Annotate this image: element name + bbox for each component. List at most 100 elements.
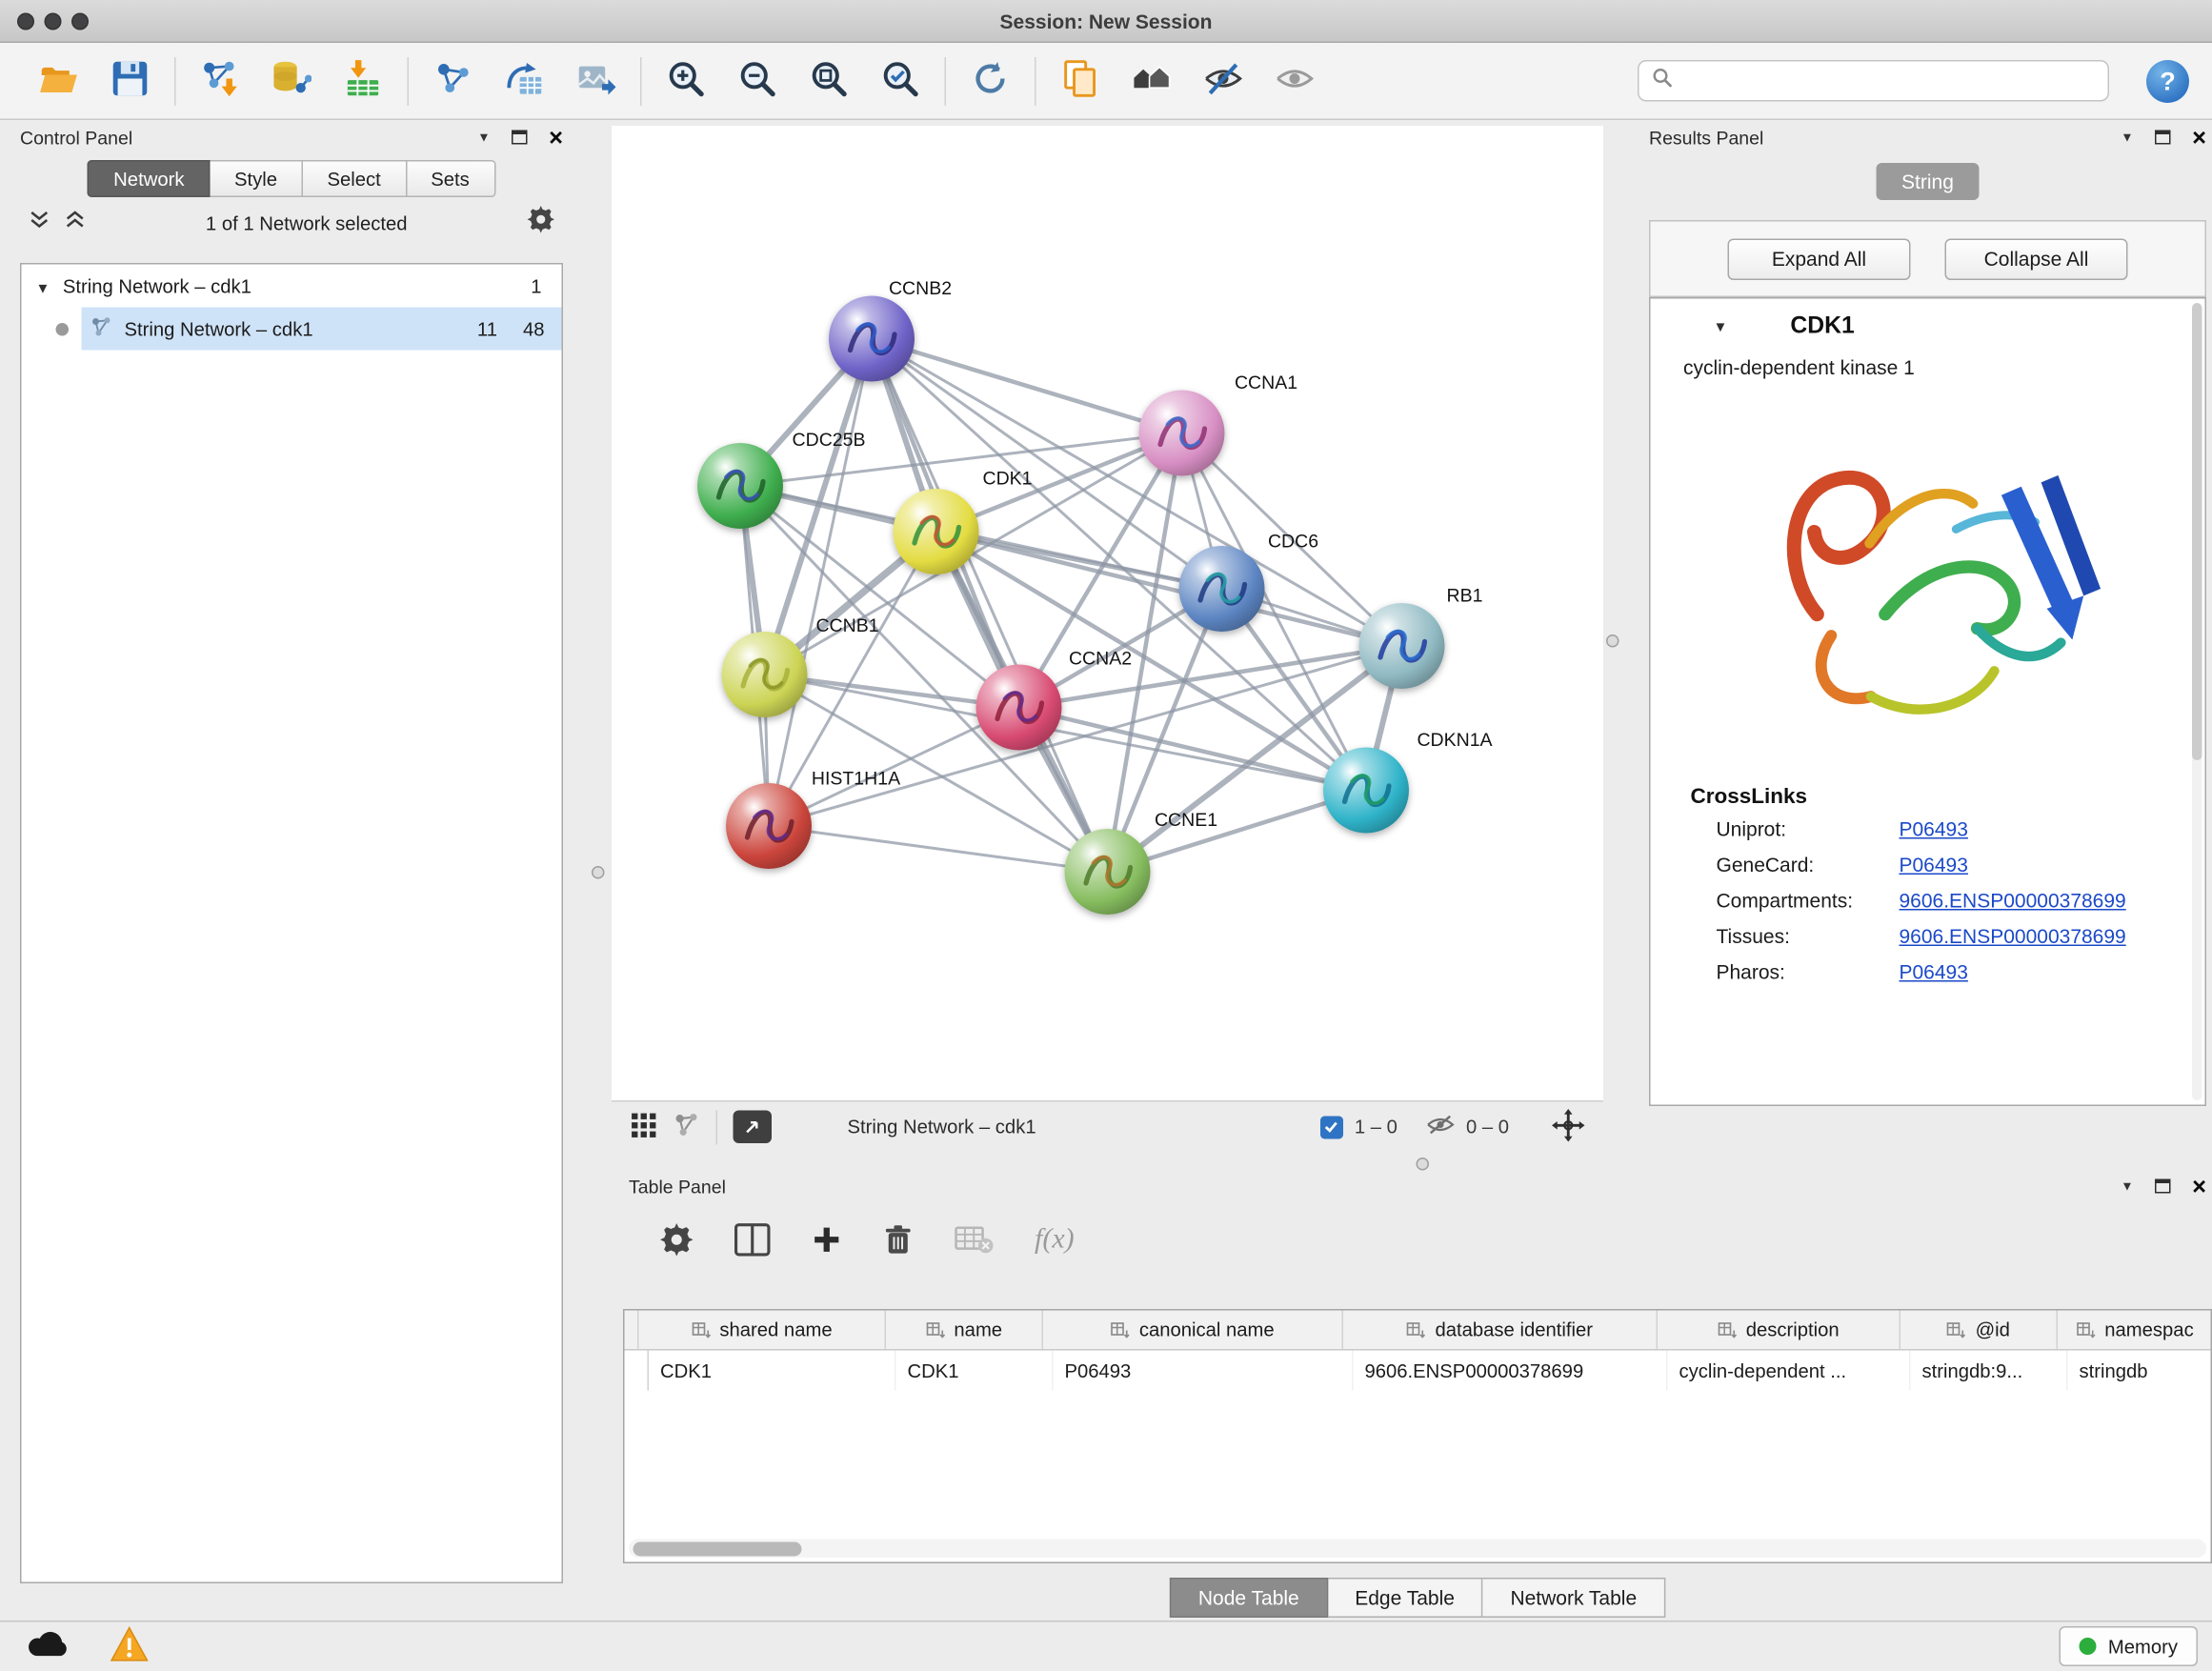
cell-shared-name[interactable]: CDK1 xyxy=(649,1351,896,1391)
tab-sets[interactable]: Sets xyxy=(407,160,495,197)
import-network-file-button[interactable] xyxy=(193,50,248,111)
column-header-name[interactable]: name xyxy=(886,1311,1043,1350)
fit-content-crosshair-icon[interactable] xyxy=(1552,1108,1585,1145)
network-from-selection-button[interactable] xyxy=(426,50,480,111)
window-close-button[interactable] xyxy=(17,13,34,30)
panel-collapse-icon[interactable] xyxy=(2121,130,2133,146)
cell-canonical-name[interactable]: P06493 xyxy=(1054,1351,1354,1391)
network-from-table-button[interactable] xyxy=(497,50,552,111)
export-image-button[interactable] xyxy=(569,50,623,111)
network-row-selection[interactable]: String Network – cdk1 11 48 xyxy=(82,308,562,351)
zoom-out-button[interactable] xyxy=(731,50,785,111)
hidden-eye-icon[interactable] xyxy=(1426,1114,1455,1141)
window-zoom-button[interactable] xyxy=(71,13,89,30)
panel-float-icon[interactable] xyxy=(2155,131,2171,145)
cell-namespace[interactable]: stringdb xyxy=(2068,1351,2212,1391)
selected-indicator-checkbox[interactable] xyxy=(1320,1116,1343,1138)
import-network-database-button[interactable] xyxy=(265,50,319,111)
network-node-CDC25B[interactable] xyxy=(697,443,783,529)
search-input[interactable] xyxy=(1680,70,2095,92)
grouped-nodes-button[interactable] xyxy=(1125,50,1179,111)
save-session-button[interactable] xyxy=(103,50,157,111)
collapse-all-button[interactable]: Collapse All xyxy=(1945,238,2128,280)
network-node-CDC6[interactable] xyxy=(1179,546,1265,632)
results-scrollbar-thumb[interactable] xyxy=(2192,303,2202,760)
network-node-CCNA1[interactable] xyxy=(1139,391,1225,476)
right-splitter-handle[interactable] xyxy=(1606,634,1619,648)
network-node-CCNB1[interactable] xyxy=(722,632,808,717)
panel-close-icon[interactable] xyxy=(2192,1174,2206,1198)
protein-collapse-icon[interactable] xyxy=(1714,313,1728,339)
horizontal-scrollbar-thumb[interactable] xyxy=(633,1541,802,1556)
network-node-HIST1H1A[interactable] xyxy=(726,783,812,869)
show-columns-icon[interactable] xyxy=(734,1222,771,1256)
table-settings-gear-icon[interactable] xyxy=(660,1222,694,1256)
delete-column-trash-icon[interactable] xyxy=(883,1222,914,1256)
column-header-namespace[interactable]: namespac xyxy=(2058,1311,2212,1350)
crosslink-link[interactable]: 9606.ENSP00000378699 xyxy=(1900,925,2126,948)
column-header-canonical-name[interactable]: canonical name xyxy=(1043,1311,1343,1350)
collection-expand-icon[interactable] xyxy=(36,275,50,297)
cell-name[interactable]: CDK1 xyxy=(896,1351,1054,1391)
panel-close-icon[interactable] xyxy=(2192,125,2206,150)
network-node-CCNA2[interactable] xyxy=(976,665,1062,751)
zoom-fit-button[interactable] xyxy=(802,50,856,111)
panel-float-icon[interactable] xyxy=(512,131,528,145)
zoom-selected-button[interactable] xyxy=(874,50,928,111)
network-node-CDKN1A[interactable] xyxy=(1323,748,1409,834)
network-canvas[interactable]: CCNB2CCNA1CDC25BCDK1CDC6RB1CCNB1CCNA2CDK… xyxy=(612,126,1603,1100)
column-header-description[interactable]: description xyxy=(1658,1311,1900,1350)
tab-network-table[interactable]: Network Table xyxy=(1483,1578,1665,1618)
cell-id[interactable]: stringdb:9... xyxy=(1911,1351,2068,1391)
warnings-button[interactable] xyxy=(111,1626,150,1666)
cloud-button[interactable] xyxy=(26,1629,70,1663)
delete-table-icon[interactable] xyxy=(955,1224,994,1255)
network-node-CCNB2[interactable] xyxy=(829,296,915,382)
help-button[interactable]: ? xyxy=(2146,59,2189,102)
collapse-all-networks-icon[interactable] xyxy=(65,209,87,237)
zoom-in-button[interactable] xyxy=(659,50,714,111)
network-row[interactable]: String Network – cdk1 11 48 xyxy=(22,308,562,351)
network-node-RB1[interactable] xyxy=(1359,603,1445,689)
grid-view-icon[interactable] xyxy=(631,1111,658,1142)
column-header-database-identifier[interactable]: database identifier xyxy=(1343,1311,1658,1350)
network-share-icon[interactable] xyxy=(674,1111,701,1142)
expand-all-button[interactable]: Expand All xyxy=(1728,238,1911,280)
window-minimize-button[interactable] xyxy=(45,13,62,30)
crosslink-link[interactable]: P06493 xyxy=(1900,960,1968,983)
add-column-plus-icon[interactable] xyxy=(812,1224,842,1255)
tab-style[interactable]: Style xyxy=(210,160,303,197)
function-builder-button[interactable]: f(x) xyxy=(1035,1222,1075,1256)
import-table-button[interactable] xyxy=(336,50,391,111)
expand-all-networks-icon[interactable] xyxy=(29,209,50,237)
cell-description[interactable]: cyclin-dependent ... xyxy=(1668,1351,1911,1391)
tab-edge-table[interactable]: Edge Table xyxy=(1328,1578,1483,1618)
show-all-button[interactable] xyxy=(1268,50,1322,111)
crosslink-link[interactable]: P06493 xyxy=(1900,854,1968,876)
gear-icon[interactable] xyxy=(528,206,555,240)
column-header-shared-name[interactable]: shared name xyxy=(639,1311,887,1350)
results-scrollbar[interactable] xyxy=(2192,303,2202,1100)
hide-selected-button[interactable] xyxy=(1196,50,1251,111)
tab-string[interactable]: String xyxy=(1876,163,1980,200)
copy-document-button[interactable] xyxy=(1054,50,1108,111)
open-session-button[interactable] xyxy=(31,50,86,111)
horizontal-scrollbar[interactable] xyxy=(629,1540,2206,1559)
crosslink-link[interactable]: P06493 xyxy=(1900,817,1968,840)
tab-node-table[interactable]: Node Table xyxy=(1170,1578,1328,1618)
cell-database-identifier[interactable]: 9606.ENSP00000378699 xyxy=(1354,1351,1668,1391)
column-header-id[interactable]: @id xyxy=(1900,1311,2058,1350)
panel-collapse-icon[interactable] xyxy=(477,130,490,146)
panel-collapse-icon[interactable] xyxy=(2121,1178,2133,1195)
birdseye-view-button[interactable] xyxy=(734,1111,773,1144)
memory-button[interactable]: Memory xyxy=(2060,1626,2198,1666)
panel-close-icon[interactable] xyxy=(549,125,563,150)
network-collection-row[interactable]: String Network – cdk1 1 xyxy=(22,265,562,308)
crosslink-link[interactable]: 9606.ENSP00000378699 xyxy=(1900,889,2126,912)
tab-select[interactable]: Select xyxy=(303,160,407,197)
network-node-CDK1[interactable] xyxy=(894,489,979,574)
network-node-CCNE1[interactable] xyxy=(1065,829,1151,915)
left-splitter-handle[interactable] xyxy=(592,866,605,879)
panel-float-icon[interactable] xyxy=(2155,1179,2171,1194)
tab-network[interactable]: Network xyxy=(88,160,210,197)
